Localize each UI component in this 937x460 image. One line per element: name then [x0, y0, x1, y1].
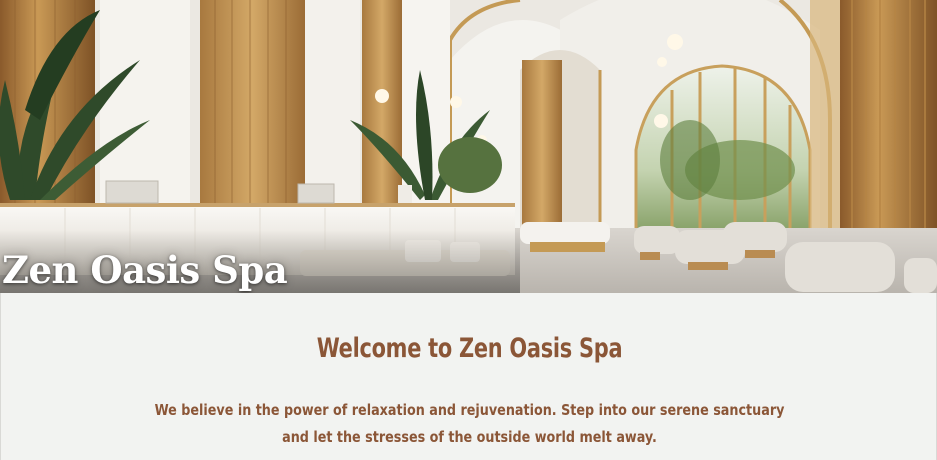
welcome-description-line: We believe in the power of relaxation an… [154, 401, 785, 419]
welcome-description: We believe in the power of relaxation an… [71, 397, 867, 451]
page: Zen Oasis Spa Welcome to Zen Oasis Spa W… [0, 0, 937, 460]
welcome-heading: Welcome to Zen Oasis Spa [316, 333, 623, 364]
hero-banner: Zen Oasis Spa [0, 0, 937, 293]
welcome-description-line: and let the stresses of the outside worl… [282, 428, 657, 446]
welcome-section: Welcome to Zen Oasis Spa We believe in t… [0, 293, 937, 460]
hero-title: Zen Oasis Spa [2, 248, 288, 292]
